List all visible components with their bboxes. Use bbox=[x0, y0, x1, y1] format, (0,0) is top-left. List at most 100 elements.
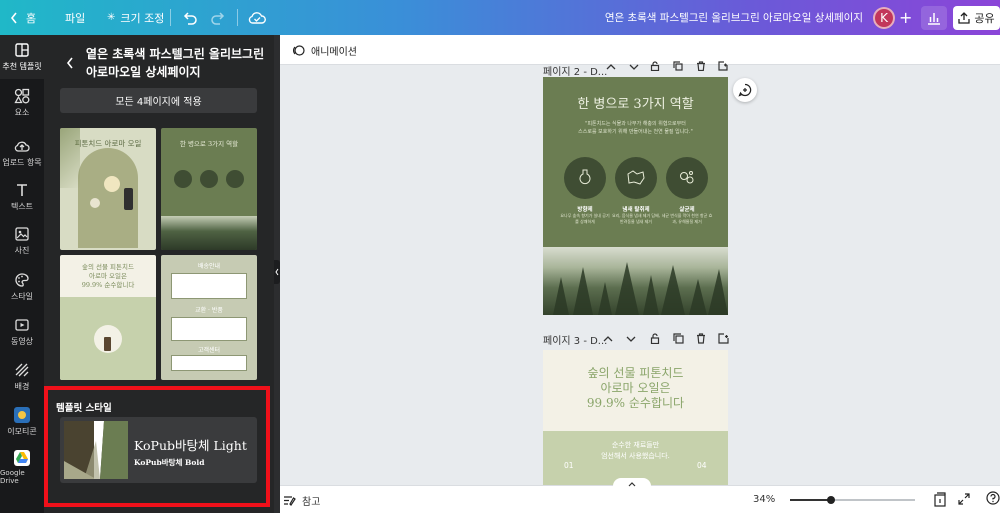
page-count-icon bbox=[934, 492, 946, 507]
template-thumbnail[interactable]: 한 병으로 3가지 역할 bbox=[161, 128, 257, 250]
document-title[interactable]: 연은 초록색 파스텔그린 올리브그린 아로마오일 상세페이지 bbox=[598, 0, 863, 35]
rail-item-google-drive[interactable]: Google Drive bbox=[0, 445, 44, 489]
rail-label: 텍스트 bbox=[10, 202, 34, 211]
page3-headline-line: 아로마 오일은 bbox=[600, 381, 671, 395]
thumbnail-text: 숲의 선물 피톤치드 아로마 오일은 99.9% 순수합니다 bbox=[60, 263, 156, 290]
home-button[interactable]: 홈 bbox=[10, 0, 36, 35]
map-icon bbox=[627, 170, 645, 185]
apply-label: 모든 4페이지에 적용 bbox=[115, 97, 202, 108]
insights-button[interactable] bbox=[921, 6, 947, 30]
zoom-value[interactable]: 34% bbox=[753, 494, 775, 505]
page-label[interactable]: 페이지 3 - D... bbox=[543, 332, 607, 347]
text-icon bbox=[17, 184, 27, 196]
chevron-up-icon[interactable] bbox=[603, 335, 613, 343]
notes-button[interactable]: 참고 bbox=[283, 493, 320, 508]
animation-label: 애니메이션 bbox=[311, 47, 357, 58]
comment-icon bbox=[738, 83, 752, 97]
rail-item-elements[interactable]: 요소 bbox=[0, 81, 44, 125]
template-style-card[interactable]: KoPub바탕체 Light KoPub바탕체 Bold bbox=[60, 417, 257, 483]
avatar[interactable]: K bbox=[873, 7, 895, 29]
role-description: 세균 번식을 막아 천연 항균 효과, 유해물질 제거 bbox=[661, 213, 713, 224]
rail-label: 업로드 항목 bbox=[2, 158, 42, 167]
bottom-bar: 참고 34% bbox=[280, 478, 1000, 513]
trash-icon[interactable] bbox=[696, 333, 706, 344]
help-button[interactable] bbox=[986, 491, 1000, 505]
rail-item-style[interactable]: 스타일 bbox=[0, 265, 44, 309]
template-thumbnail[interactable]: 피톤치드 아로마 오일 bbox=[60, 128, 156, 250]
rail-label: 요소 bbox=[14, 108, 30, 117]
rail-item-background[interactable]: 배경 bbox=[0, 355, 44, 399]
thumbnail-stone bbox=[90, 198, 100, 208]
share-label: 공유 bbox=[974, 12, 995, 25]
rail-item-video[interactable]: 동영상 bbox=[0, 310, 44, 354]
lock-icon[interactable] bbox=[650, 61, 660, 71]
rail-item-template[interactable]: 추천 템플릿 bbox=[0, 35, 44, 79]
cloud-check-icon bbox=[248, 11, 266, 24]
font-primary: KoPub바탕체 Light bbox=[134, 438, 247, 453]
resize-button[interactable]: ✳ 크기 조정 bbox=[107, 0, 164, 35]
file-menu-button[interactable]: 파일 bbox=[65, 0, 85, 35]
template-thumbnail[interactable]: 배송안내 교환 · 반품 고객센터 bbox=[161, 255, 257, 380]
animation-button[interactable]: 애니메이션 bbox=[292, 43, 357, 58]
thumbnail-line: 아로마 오일은 bbox=[89, 272, 127, 280]
thumbnail-card bbox=[171, 317, 247, 341]
trash-icon[interactable] bbox=[696, 61, 706, 71]
back-button[interactable] bbox=[66, 57, 74, 69]
cloud-save-button[interactable] bbox=[248, 0, 266, 35]
role-circle bbox=[564, 157, 606, 199]
page-label[interactable]: 페이지 2 - D... bbox=[543, 63, 607, 78]
rail-item-text[interactable]: 텍스트 bbox=[0, 175, 44, 219]
add-comment-button[interactable] bbox=[733, 78, 757, 102]
unlock-icon[interactable] bbox=[650, 333, 660, 344]
page-3[interactable]: 숲의 선물 피톤치드 아로마 오일은 99.9% 순수합니다 순수한 재료들만 … bbox=[543, 350, 728, 485]
thumbnail-footer: 고객센터 bbox=[197, 347, 221, 354]
toolbar-divider bbox=[170, 9, 171, 26]
share-button[interactable]: 공유 bbox=[953, 6, 1000, 30]
thumbnail-circle bbox=[174, 170, 192, 188]
panel-title: 옅은 초록색 파스텔그린 올리브그린 아로마오일 상세페이지 bbox=[86, 47, 265, 79]
thumbnail-forest bbox=[161, 216, 257, 250]
thumbnail-card bbox=[171, 273, 247, 299]
chevron-up-icon[interactable] bbox=[606, 63, 616, 71]
sparkle-icon: ✳ bbox=[107, 12, 116, 23]
page2-description: "피톤치드는 식물과 나무가 해충의 위협으로부터 스스로를 보호하기 위해 만… bbox=[543, 120, 728, 136]
page-2[interactable]: 한 병으로 3가지 역할 "피톤치드는 식물과 나무가 해충의 위협으로부터 스… bbox=[543, 77, 728, 315]
duplicate-icon[interactable] bbox=[673, 61, 683, 71]
share-upload-icon bbox=[958, 12, 971, 24]
plus-icon: + bbox=[899, 8, 913, 27]
add-page-icon[interactable] bbox=[718, 333, 729, 344]
template-thumbnail[interactable]: 숲의 선물 피톤치드 아로마 오일은 99.9% 순수합니다 bbox=[60, 255, 156, 380]
page3-band: 순수한 재료들만 엄선해서 사용했습니다. 01 04 bbox=[543, 431, 728, 485]
apply-all-pages-button[interactable]: 모든 4페이지에 적용 bbox=[60, 88, 257, 113]
rail-label: Google Drive bbox=[0, 468, 25, 485]
page-grid-button[interactable] bbox=[933, 492, 947, 507]
rail-label: 사진 bbox=[14, 246, 30, 255]
page3-subtext: 순수한 재료들만 엄선해서 사용했습니다. bbox=[543, 440, 728, 462]
rail-item-emoji[interactable]: 이모티콘 bbox=[0, 400, 44, 444]
document-title-text: 연은 초록색 파스텔그린 올리브그린 아로마오일 상세페이지 bbox=[604, 12, 863, 24]
bar-chart-icon bbox=[927, 11, 941, 25]
add-collaborator-button[interactable]: + bbox=[899, 0, 912, 35]
role-description: 요나무 숲속 향기가 실내 공기를 상쾌하게 bbox=[560, 213, 610, 224]
avatar-letter: K bbox=[880, 11, 888, 25]
duplicate-icon[interactable] bbox=[673, 333, 684, 344]
thumbnail-bottle bbox=[104, 337, 111, 351]
rail-label: 배경 bbox=[14, 382, 30, 391]
chevron-down-icon[interactable] bbox=[629, 63, 639, 71]
show-pages-button[interactable] bbox=[613, 478, 651, 492]
undo-button[interactable] bbox=[182, 0, 198, 35]
fullscreen-button[interactable] bbox=[958, 493, 970, 505]
chevron-left-icon bbox=[66, 57, 73, 69]
chevron-down-icon[interactable] bbox=[626, 335, 636, 343]
rail-item-photo[interactable]: 사진 bbox=[0, 219, 44, 263]
help-icon bbox=[986, 491, 1000, 505]
zoom-slider-track[interactable] bbox=[790, 496, 915, 504]
side-rail: 추천 템플릿 요소 업로드 항목 텍스트 사진 스타일 동영상 배경 이모티콘 … bbox=[0, 35, 44, 513]
redo-button[interactable] bbox=[210, 0, 226, 35]
rail-item-upload[interactable]: 업로드 항목 bbox=[0, 131, 44, 175]
add-page-icon[interactable] bbox=[718, 61, 728, 71]
rail-label: 추천 템플릿 bbox=[2, 62, 42, 71]
video-icon bbox=[15, 319, 29, 331]
zoom-slider-handle[interactable] bbox=[827, 496, 835, 504]
elements-icon bbox=[14, 88, 30, 104]
